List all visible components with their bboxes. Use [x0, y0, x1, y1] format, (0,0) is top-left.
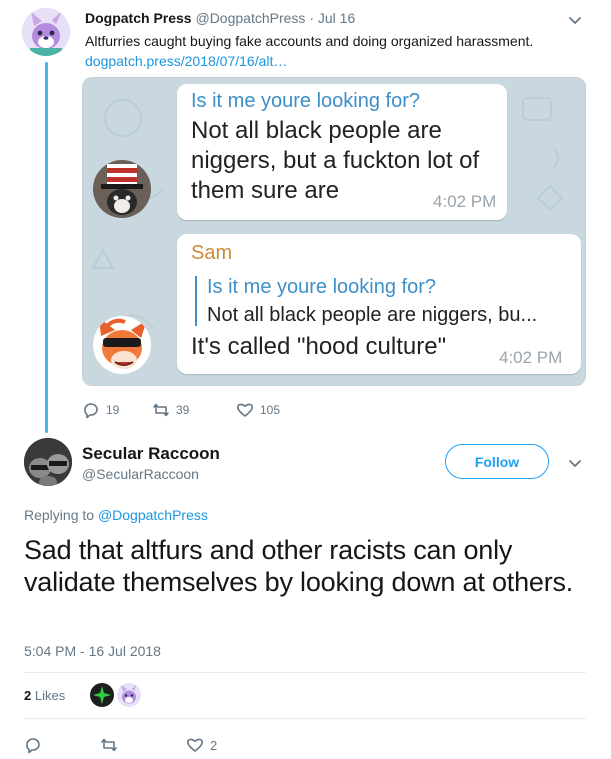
chat-message-line: It's called "hood culture"	[191, 333, 447, 360]
replying-mention-link[interactable]: @DogpatchPress	[98, 507, 208, 523]
liker-avatar[interactable]	[90, 683, 114, 707]
author-handle[interactable]: @DogpatchPress	[195, 10, 305, 26]
parent-tweet-actions: 19 39 105	[82, 400, 280, 420]
retweet-button[interactable]: 39	[152, 401, 236, 419]
replying-to: Replying to @DogpatchPress	[24, 507, 208, 523]
parent-tweet-header: Dogpatch Press @DogpatchPress · Jul 16	[85, 10, 571, 26]
retweet-icon	[153, 403, 169, 417]
chat-quote-text: Not all black people are niggers, bu...	[207, 304, 538, 326]
tweet-text: Sad that altfurs and other racists can o…	[24, 535, 574, 597]
like-count: 2	[210, 737, 218, 753]
chat-quote-bar	[195, 276, 197, 326]
like-button[interactable]: 105	[236, 401, 280, 419]
follow-button[interactable]: Follow	[445, 444, 549, 479]
tweet-timestamp[interactable]: 5:04 PM - 16 Jul 2018	[24, 643, 161, 659]
chat-sender-name: Sam	[191, 242, 233, 264]
retweet-count: 39	[176, 403, 190, 417]
chat-message-time: 4:02 PM	[433, 192, 497, 211]
divider	[24, 672, 586, 673]
chevron-down-icon[interactable]	[566, 11, 584, 29]
chat-message-line: niggers, but a fuckton lot of	[191, 147, 480, 174]
tweet-link[interactable]: dogpatch.press/2018/07/16/alt…	[85, 52, 287, 70]
reply-button[interactable]: 19	[82, 401, 152, 419]
chat-message-1: Is it me youre looking for? Not all blac…	[177, 84, 507, 220]
author-name[interactable]: Dogpatch Press	[85, 10, 192, 26]
chat-quote-title: Is it me youre looking for?	[191, 90, 420, 112]
avatar[interactable]	[22, 8, 70, 56]
retweet-icon	[101, 738, 117, 752]
like-count: 105	[260, 403, 281, 417]
avatar[interactable]	[24, 438, 72, 486]
thread-connector-line	[45, 62, 48, 433]
tweet-date[interactable]: Jul 16	[318, 10, 355, 26]
meta-separator: ·	[309, 10, 314, 26]
author-name[interactable]: Secular Raccoon	[82, 444, 220, 464]
like-button[interactable]: 2	[186, 736, 217, 754]
chat-avatar-fox	[93, 316, 151, 374]
chevron-down-icon[interactable]	[566, 454, 584, 472]
reply-icon	[84, 403, 98, 419]
like-icon	[236, 403, 254, 417]
reply-count: 19	[106, 403, 120, 417]
chat-message-time: 4:02 PM	[499, 348, 563, 367]
chat-quote-title: Is it me youre looking for?	[207, 276, 436, 298]
author-handle[interactable]: @SecularRaccoon	[82, 466, 199, 482]
liker-avatar[interactable]	[117, 683, 141, 707]
chat-message-line: them sure are	[191, 177, 340, 204]
reply-button[interactable]	[24, 736, 100, 754]
chat-screenshot-image[interactable]: Is it me youre looking for? Not all blac…	[82, 77, 586, 386]
likes-summary[interactable]: 2 Likes	[24, 688, 65, 703]
chat-message-2: Sam Is it me youre looking for? Not all …	[177, 234, 581, 374]
retweet-button[interactable]	[100, 736, 186, 754]
like-icon	[186, 738, 204, 752]
replying-prefix: Replying to	[24, 507, 95, 523]
focused-tweet-actions: 2	[24, 735, 217, 755]
chat-message-line: Not all black people are	[191, 117, 442, 144]
tweet-text: Altfurries caught buying fake accounts a…	[85, 33, 534, 49]
likes-count: 2	[24, 688, 32, 703]
divider	[24, 718, 586, 719]
chat-avatar-cat-in-hat	[93, 160, 151, 218]
reply-icon	[26, 738, 40, 754]
likes-label: Likes	[34, 688, 66, 703]
